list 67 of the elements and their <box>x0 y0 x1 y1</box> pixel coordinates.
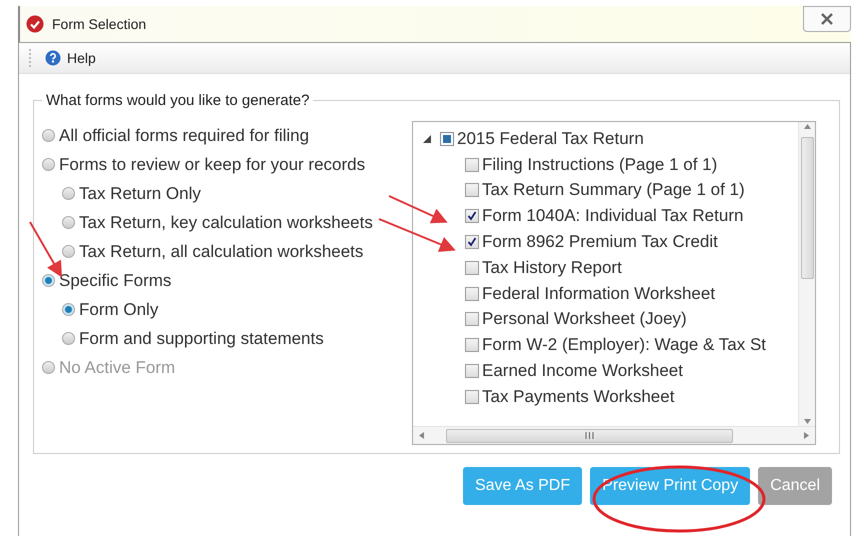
scroll-right-icon[interactable] <box>804 432 809 439</box>
tree-item[interactable]: Tax Return Summary (Page 1 of 1) <box>421 178 798 204</box>
scroll-left-icon[interactable] <box>419 432 424 439</box>
checkbox[interactable] <box>465 158 479 172</box>
radio-option[interactable]: Tax Return, all calculation worksheets <box>42 237 402 266</box>
tree-item[interactable]: Federal Information Worksheet <box>421 280 798 307</box>
radio-option[interactable]: Tax Return Only <box>42 179 402 208</box>
radio-option[interactable]: Specific Forms <box>42 266 402 295</box>
grip-icon <box>585 432 594 439</box>
checkbox[interactable] <box>465 390 479 404</box>
node-label: 2015 Federal Tax Return <box>457 128 644 149</box>
checkbox[interactable] <box>465 183 479 198</box>
radio-button[interactable] <box>62 245 75 258</box>
tree-item[interactable]: Form 8962 Premium Tax Credit <box>421 229 798 255</box>
expand-caret-icon[interactable] <box>423 134 431 143</box>
scroll-down-icon[interactable] <box>804 419 810 424</box>
checkbox[interactable] <box>440 132 454 146</box>
close-button[interactable] <box>803 6 851 32</box>
item-label: Tax Return Summary (Page 1 of 1) <box>482 180 745 200</box>
item-label: Form 1040A: Individual Tax Return <box>482 206 744 226</box>
checkbox[interactable] <box>465 286 479 301</box>
tree-item[interactable]: Earned Income Worksheet <box>421 358 798 384</box>
item-label: Personal Worksheet (Joey) <box>482 309 687 330</box>
tree-node[interactable]: 2015 Federal Tax Return <box>421 126 798 152</box>
radio-button[interactable] <box>42 158 55 171</box>
scroll-thumb[interactable] <box>446 428 733 442</box>
checkbox[interactable] <box>465 312 479 326</box>
tree-item[interactable]: Form W-2 (Employer): Wage & Tax St <box>421 332 798 358</box>
radio-button[interactable] <box>62 216 75 229</box>
scroll-thumb[interactable] <box>800 137 814 279</box>
radio-button[interactable] <box>42 129 55 142</box>
vertical-scrollbar[interactable] <box>798 122 815 426</box>
help-button[interactable]: Help <box>45 50 96 66</box>
window-title: Form Selection <box>52 16 148 32</box>
arrow-annotation <box>388 195 448 224</box>
radio-button[interactable] <box>62 303 75 316</box>
close-icon <box>820 13 834 25</box>
group-legend: What forms would you like to generate? <box>42 92 314 109</box>
help-icon <box>45 50 61 66</box>
horizontal-scrollbar[interactable] <box>413 426 815 444</box>
radio-option[interactable]: Form Only <box>42 295 402 324</box>
radio-option[interactable]: Forms to review or keep for your records <box>42 150 402 179</box>
radio-option[interactable]: All official forms required for filing <box>42 121 402 150</box>
tree-item[interactable]: Personal Worksheet (Joey) <box>421 306 798 332</box>
tree-item[interactable]: Form 1040A: Individual Tax Return <box>421 203 798 230</box>
item-label: Tax History Report <box>482 258 622 278</box>
tree-item[interactable]: Tax History Report <box>421 254 798 281</box>
app-logo-icon <box>26 15 44 33</box>
item-label: Tax Payments Worksheet <box>482 386 674 407</box>
checkbox[interactable] <box>465 338 479 352</box>
item-label: Earned Income Worksheet <box>482 361 683 382</box>
item-label: Federal Information Worksheet <box>482 284 716 304</box>
scroll-up-icon[interactable] <box>804 124 810 129</box>
checkbox[interactable] <box>465 209 479 224</box>
checkbox[interactable] <box>465 260 479 275</box>
radio-option[interactable]: Form and supporting statements <box>42 324 402 353</box>
item-label: Filing Instructions (Page 1 of 1) <box>482 154 718 175</box>
checkbox[interactable] <box>465 364 479 378</box>
radio-option[interactable]: Tax Return, key calculation worksheets <box>42 208 402 237</box>
tree-item[interactable]: Tax Payments Worksheet <box>421 384 798 410</box>
radio-button[interactable] <box>42 274 55 287</box>
item-label: Form W-2 (Employer): Wage & Tax St <box>482 335 766 356</box>
tree-item[interactable]: Filing Instructions (Page 1 of 1) <box>421 152 798 178</box>
radio-button[interactable] <box>62 187 75 200</box>
item-label: Form 8962 Premium Tax Credit <box>482 232 718 252</box>
radio-button[interactable] <box>62 332 75 345</box>
checkbox[interactable] <box>465 235 479 250</box>
